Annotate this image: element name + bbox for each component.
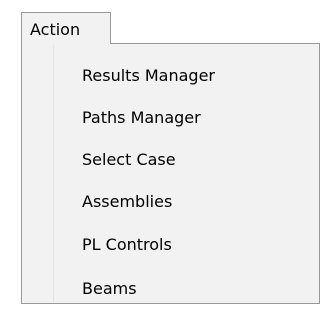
screen: Action Results Manager Paths Manager Sel… (0, 0, 322, 314)
menu-icon-gutter (23, 45, 53, 302)
menu-gutter-separator (53, 45, 54, 302)
menu-item-label: Beams (82, 279, 137, 298)
action-menu-button[interactable]: Action (21, 12, 111, 44)
action-dropdown-menu: Results Manager Paths Manager Select Cas… (21, 43, 320, 304)
menu-item-select-case[interactable]: Select Case (55, 142, 317, 178)
menu-item-label: Assemblies (82, 192, 173, 211)
menu-item-assemblies[interactable]: Assemblies (55, 184, 317, 220)
menu-item-beams[interactable]: Beams (55, 271, 317, 307)
menu-item-label: Results Manager (82, 66, 215, 85)
menu-item-pl-controls[interactable]: PL Controls (55, 227, 317, 263)
menu-item-paths-manager[interactable]: Paths Manager (55, 100, 317, 136)
menu-item-label: PL Controls (82, 235, 172, 254)
action-menu-label: Action (30, 20, 81, 39)
menu-item-label: Paths Manager (82, 108, 201, 127)
menu-item-label: Select Case (82, 150, 176, 169)
menu-item-results-manager[interactable]: Results Manager (55, 58, 317, 94)
